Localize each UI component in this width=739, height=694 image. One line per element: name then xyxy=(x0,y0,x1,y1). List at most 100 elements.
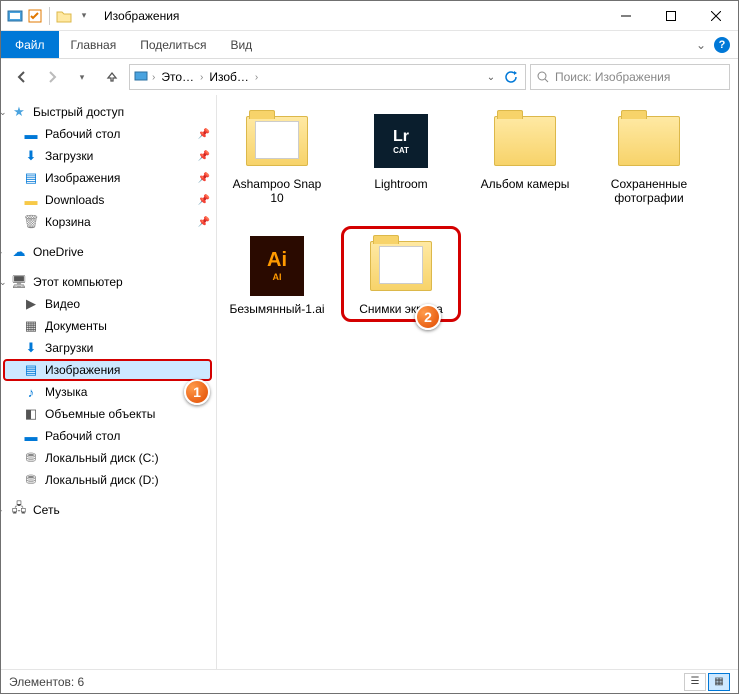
qat-properties-icon[interactable] xyxy=(27,8,43,24)
sidebar-item-drive-d[interactable]: ⛃ Локальный диск (D:) xyxy=(1,469,216,491)
desktop-icon: ▬ xyxy=(23,428,39,444)
music-icon: ♪ xyxy=(23,384,39,400)
titlebar: ▾ Изображения xyxy=(1,1,738,31)
folder-ashampoo[interactable]: Ashampoo Snap 10 xyxy=(227,109,327,206)
sidebar-item-downloads-en[interactable]: ▬Downloads📌 xyxy=(1,189,216,211)
view-details-button[interactable]: ☰ xyxy=(684,673,706,691)
item-label: Безымянный-1.ai xyxy=(229,302,324,316)
ribbon: Файл Главная Поделиться Вид ⌄ ? xyxy=(1,31,738,59)
breadcrumb[interactable]: Изоб… xyxy=(207,70,251,84)
sidebar[interactable]: ⌄ ★ Быстрый доступ ▬Рабочий стол📌 ⬇Загру… xyxy=(1,95,217,669)
sidebar-item-label: Музыка xyxy=(45,385,87,399)
chevron-right-icon: › xyxy=(255,72,258,83)
folder-screenshots-highlighted[interactable]: Снимки экрана 2 xyxy=(351,234,451,316)
callout-badge-2: 2 xyxy=(415,304,441,330)
folder-saved-photos[interactable]: Сохраненные фотографии xyxy=(599,109,699,206)
sidebar-item-label: Быстрый доступ xyxy=(33,105,124,119)
sidebar-item-desktop[interactable]: ▬Рабочий стол📌 xyxy=(1,123,216,145)
minimize-button[interactable] xyxy=(603,1,648,31)
up-button[interactable] xyxy=(99,64,125,90)
sidebar-item-3d[interactable]: ◧Объемные объекты xyxy=(1,403,216,425)
sidebar-onedrive[interactable]: › ☁ OneDrive xyxy=(1,241,216,263)
sidebar-item-downloads[interactable]: ⬇Загрузки📌 xyxy=(1,145,216,167)
sidebar-item-label: Этот компьютер xyxy=(33,275,123,289)
window-title: Изображения xyxy=(98,9,179,23)
documents-icon: ▦ xyxy=(23,318,39,334)
item-label: Альбом камеры xyxy=(481,177,570,191)
sidebar-item-label: OneDrive xyxy=(33,245,84,259)
sidebar-item-documents[interactable]: ▦Документы xyxy=(1,315,216,337)
maximize-button[interactable] xyxy=(648,1,693,31)
chevron-right-icon: › xyxy=(152,72,155,83)
sidebar-item-pictures[interactable]: ▤Изображения📌 xyxy=(1,167,216,189)
recent-dropdown[interactable]: ▾ xyxy=(69,64,95,90)
sidebar-item-label: Сеть xyxy=(33,503,60,517)
search-placeholder: Поиск: Изображения xyxy=(555,70,670,84)
status-count: Элементов: 6 xyxy=(9,675,84,689)
video-icon: ▶ xyxy=(23,296,39,312)
lightroom-icon: LrCAT xyxy=(374,114,428,168)
content-pane[interactable]: Ashampoo Snap 10 LrCAT Lightroom Альбом … xyxy=(217,95,738,669)
file-ai[interactable]: AiAI Безымянный-1.ai xyxy=(227,234,327,316)
drive-icon: ⛃ xyxy=(23,450,39,466)
address-dropdown-icon[interactable]: ⌄ xyxy=(481,67,501,87)
sidebar-item-downloads2[interactable]: ⬇ Загрузки xyxy=(1,337,216,359)
chevron-down-icon: ⌄ xyxy=(1,277,9,288)
item-label: Сохраненные фотографии xyxy=(599,177,699,206)
address-row: ▾ › Это… › Изоб… › ⌄ Поиск: Изображения xyxy=(1,59,738,95)
network-icon: 🖧 xyxy=(11,502,27,518)
tab-share[interactable]: Поделиться xyxy=(128,31,218,58)
sidebar-quick-access[interactable]: ⌄ ★ Быстрый доступ xyxy=(1,101,216,123)
sidebar-item-drive-c[interactable]: ⛃Локальный диск (C:) xyxy=(1,447,216,469)
folder-lightroom[interactable]: LrCAT Lightroom xyxy=(351,109,451,206)
pictures-icon: ▤ xyxy=(23,170,39,186)
app-icon xyxy=(7,8,23,24)
sidebar-item-label: Локальный диск (D:) xyxy=(45,473,159,487)
sidebar-item-label: Загрузки xyxy=(45,341,93,355)
sidebar-item-desktop2[interactable]: ▬ Рабочий стол xyxy=(1,425,216,447)
sidebar-item-label: Рабочий стол xyxy=(45,429,120,443)
folder-camera-roll[interactable]: Альбом камеры xyxy=(475,109,575,206)
chevron-down-icon: ⌄ xyxy=(1,107,9,118)
sidebar-item-pictures-highlighted[interactable]: ▤ Изображения xyxy=(3,359,212,381)
back-button[interactable] xyxy=(9,64,35,90)
pin-icon: 📌 xyxy=(198,129,210,140)
sidebar-item-label: Изображения xyxy=(45,363,120,377)
tab-home[interactable]: Главная xyxy=(59,31,129,58)
chevron-right-icon: › xyxy=(1,505,9,515)
close-button[interactable] xyxy=(693,1,738,31)
folder-icon: ▬ xyxy=(23,192,39,208)
sidebar-item-recycle[interactable]: 🗑Корзина📌 xyxy=(1,211,216,233)
folder-context-icon xyxy=(56,8,72,24)
help-icon[interactable]: ? xyxy=(714,37,730,53)
search-input[interactable]: Поиск: Изображения xyxy=(530,64,730,90)
item-label: Lightroom xyxy=(374,177,427,191)
pin-icon: 📌 xyxy=(198,217,210,228)
ribbon-expand-icon[interactable]: ⌄ xyxy=(696,38,706,52)
search-icon xyxy=(537,71,549,83)
sidebar-item-videos[interactable]: ▶ Видео xyxy=(1,293,216,315)
breadcrumb[interactable]: Это… xyxy=(159,70,196,84)
computer-icon: 🖥 xyxy=(11,274,27,290)
forward-button[interactable] xyxy=(39,64,65,90)
sidebar-item-label: Downloads xyxy=(45,193,104,207)
tab-view[interactable]: Вид xyxy=(218,31,264,58)
sidebar-item-label: Объемные объекты xyxy=(45,407,155,421)
qat-dropdown-icon[interactable]: ▾ xyxy=(76,8,92,24)
address-bar[interactable]: › Это… › Изоб… › ⌄ xyxy=(129,64,526,90)
sidebar-this-pc[interactable]: ⌄ 🖥 Этот компьютер xyxy=(1,271,216,293)
drive-icon: ⛃ xyxy=(23,472,39,488)
recycle-icon: 🗑 xyxy=(23,214,39,230)
sidebar-item-music[interactable]: ♪ Музыка xyxy=(1,381,216,403)
pictures-icon: ▤ xyxy=(23,362,39,378)
sidebar-item-label: Видео xyxy=(45,297,80,311)
downloads-icon: ⬇ xyxy=(23,340,39,356)
chevron-right-icon: › xyxy=(200,72,203,83)
star-icon: ★ xyxy=(11,104,27,120)
sidebar-item-label: Изображения xyxy=(45,171,120,185)
pin-icon: 📌 xyxy=(198,151,210,162)
sidebar-network[interactable]: › 🖧 Сеть xyxy=(1,499,216,521)
refresh-icon[interactable] xyxy=(501,67,521,87)
view-icons-button[interactable]: ▦ xyxy=(708,673,730,691)
file-tab[interactable]: Файл xyxy=(1,31,59,58)
